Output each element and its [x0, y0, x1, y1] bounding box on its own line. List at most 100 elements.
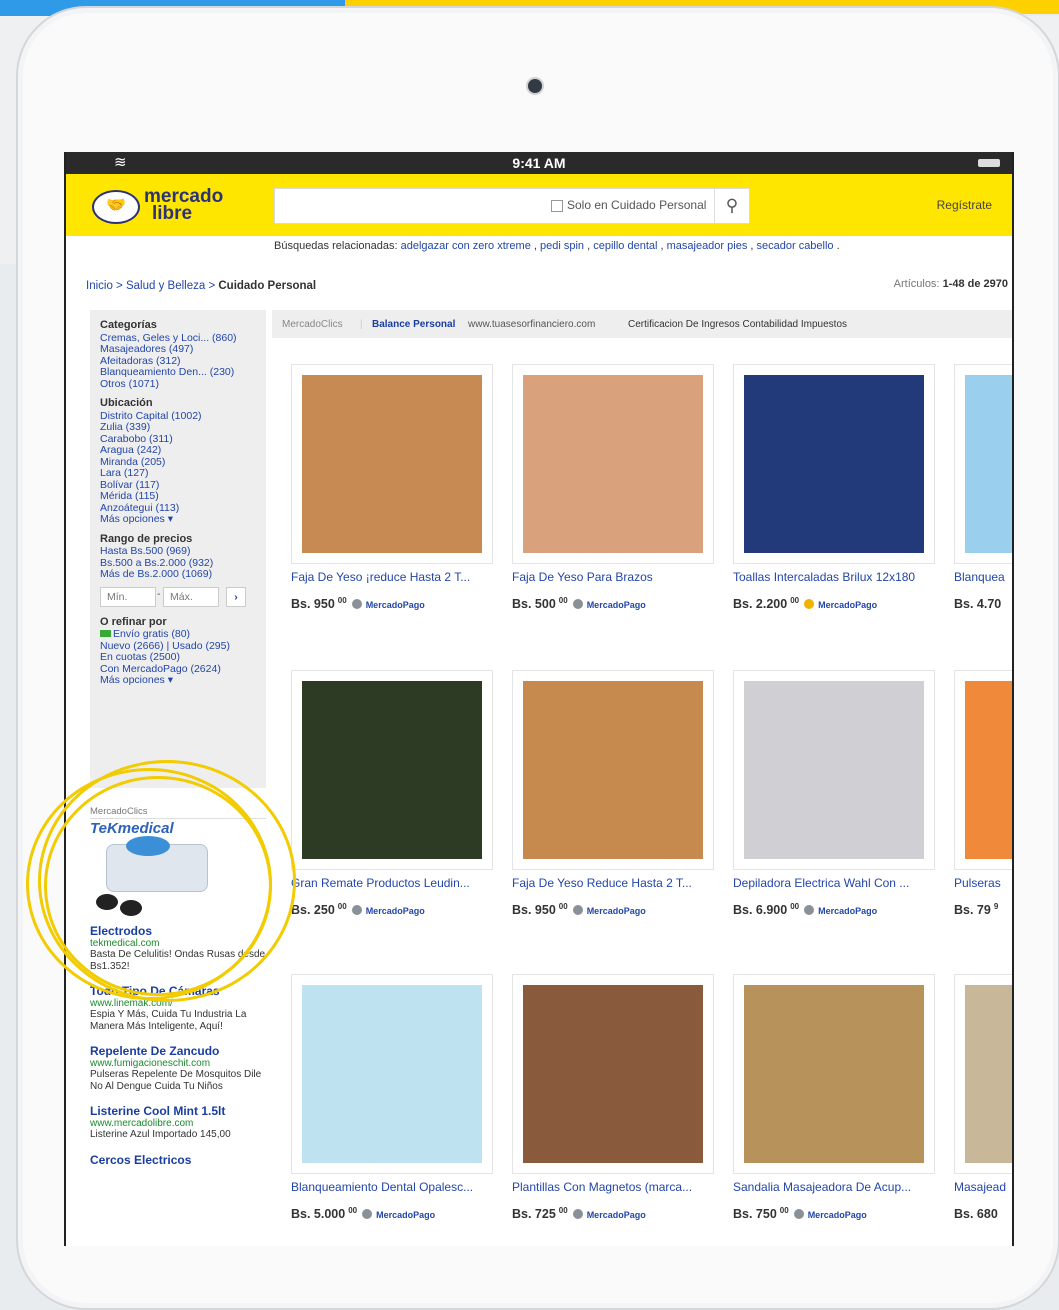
breadcrumb: Inicio > Salud y Belleza > Cuidado Perso…	[86, 280, 317, 292]
filter-item[interactable]: Blanqueamiento Den... (230)	[100, 366, 256, 379]
more-options-link[interactable]: Más opciones ▾	[100, 674, 256, 687]
filter-item[interactable]: Mérida (115)	[100, 490, 256, 503]
product-price: Bs. 4.70	[954, 597, 1002, 612]
min-price-input[interactable]: Mín.	[100, 586, 156, 607]
related-link[interactable]: cepillo dental	[593, 240, 657, 252]
status-time: 9:41 AM	[512, 155, 566, 171]
product-card[interactable]	[733, 974, 935, 1174]
product-card[interactable]	[954, 364, 1012, 564]
related-link[interactable]: secador cabello	[757, 240, 834, 252]
product-price: Bs. 950 00 MercadoPago	[512, 902, 646, 918]
breadcrumb-home[interactable]: Inicio	[86, 280, 113, 292]
product-image[interactable]	[965, 985, 1012, 1163]
mercadopago-icon	[351, 905, 362, 916]
more-options-link[interactable]: Más opciones ▾	[100, 513, 256, 526]
related-link[interactable]: masajeador pies	[667, 240, 748, 252]
mercadopago-icon	[362, 1209, 373, 1220]
ad-item[interactable]: Cercos Electricos	[90, 1154, 266, 1167]
mercadopago-icon	[351, 599, 362, 610]
product-image[interactable]	[744, 985, 924, 1163]
filter-item[interactable]: En cuotas (2500)	[100, 651, 256, 664]
ad-item[interactable]: Listerine Cool Mint 1.5lt www.mercadolib…	[90, 1105, 266, 1141]
product-title[interactable]: Pulseras	[954, 876, 1012, 890]
product-title[interactable]: Toallas Intercaladas Brilux 12x180	[733, 570, 933, 584]
filters-sidebar: Categorías Cremas, Geles y Loci... (860)…	[90, 310, 266, 788]
product-image[interactable]	[302, 681, 482, 859]
free-shipping-filter[interactable]: Envío gratis (80)	[100, 628, 256, 641]
apply-price-button[interactable]: ›	[226, 586, 246, 607]
mercadopago-label: MercadoPago	[365, 906, 425, 917]
product-price: Bs. 950 00 MercadoPago	[291, 596, 425, 612]
filter-item[interactable]: Otros (1071)	[100, 378, 256, 391]
status-bar: ≋ 9:41 AM	[66, 152, 1012, 174]
product-image[interactable]	[965, 375, 1012, 553]
top-sponsored-bar: MercadoClics | Balance Personal www.tuas…	[272, 310, 1012, 338]
product-title[interactable]: Masajead	[954, 1180, 1012, 1194]
filter-item[interactable]: Más de Bs.2.000 (1069)	[100, 568, 256, 581]
product-image[interactable]	[744, 375, 924, 553]
product-card[interactable]	[733, 364, 935, 564]
related-searches: Búsquedas relacionadas: adelgazar con ze…	[274, 240, 840, 252]
mercadopago-icon	[572, 905, 583, 916]
product-card[interactable]	[954, 670, 1012, 870]
product-image[interactable]	[523, 375, 703, 553]
max-price-input[interactable]: Máx.	[163, 586, 219, 607]
category-only-checkbox[interactable]	[551, 200, 563, 212]
topad-url[interactable]: www.tuasesorfinanciero.com	[468, 319, 595, 330]
filter-item[interactable]: Aragua (242)	[100, 444, 256, 457]
product-title[interactable]: Blanquea	[954, 570, 1012, 584]
refine-title: O refinar por	[100, 615, 167, 628]
product-price: Bs. 725 00 MercadoPago	[512, 1206, 646, 1222]
site-header: 🤝 mercado libre Solo en Cuidado Personal…	[66, 174, 1012, 236]
product-card[interactable]	[512, 364, 714, 564]
product-price: Bs. 2.200 00 MercadoPago	[733, 596, 878, 612]
product-title[interactable]: Gran Remate Productos Leudin...	[291, 876, 491, 890]
product-title[interactable]: Faja De Yeso ¡reduce Hasta 2 T...	[291, 570, 491, 584]
truck-icon	[100, 630, 111, 637]
product-price: Bs. 250 00 MercadoPago	[291, 902, 425, 918]
product-card[interactable]	[291, 974, 493, 1174]
product-card[interactable]	[512, 670, 714, 870]
product-title[interactable]: Sandalia Masajeadora De Acup...	[733, 1180, 933, 1194]
product-price: Bs. 5.000 00 MercadoPago	[291, 1206, 436, 1222]
results-count: Artículos: 1-48 de 2970	[893, 278, 1008, 290]
mercadolibre-logo[interactable]: 🤝 mercado libre	[92, 187, 242, 226]
ad-item[interactable]: Repelente De Zancudo www.fumigacioneschi…	[90, 1045, 266, 1092]
product-image[interactable]	[744, 681, 924, 859]
search-input[interactable]: Solo en Cuidado Personal ⚲	[274, 188, 750, 224]
product-title[interactable]: Faja De Yeso Para Brazos	[512, 570, 712, 584]
mercadopago-icon	[804, 599, 815, 610]
product-card[interactable]	[954, 974, 1012, 1174]
filter-item[interactable]: Lara (127)	[100, 467, 256, 480]
product-title[interactable]: Blanqueamiento Dental Opalesc...	[291, 1180, 491, 1194]
filter-item[interactable]: Masajeadores (497)	[100, 343, 256, 356]
product-image[interactable]	[523, 681, 703, 859]
related-link[interactable]: pedi spin	[540, 240, 584, 252]
related-link[interactable]: adelgazar con zero xtreme	[401, 240, 531, 252]
mercadopago-icon	[793, 1209, 804, 1220]
product-image[interactable]	[965, 681, 1012, 859]
related-label: Búsquedas relacionadas:	[274, 240, 398, 252]
product-card[interactable]	[733, 670, 935, 870]
topad-desc: Certificacion De Ingresos Contabilidad I…	[628, 319, 847, 330]
search-button[interactable]: ⚲	[714, 189, 749, 223]
breadcrumb-category[interactable]: Salud y Belleza	[126, 280, 205, 292]
mercadopago-label: MercadoPago	[376, 1210, 436, 1221]
product-title[interactable]: Faja De Yeso Reduce Hasta 2 T...	[512, 876, 712, 890]
product-title[interactable]: Depiladora Electrica Wahl Con ...	[733, 876, 933, 890]
product-image[interactable]	[302, 375, 482, 553]
product-image[interactable]	[302, 985, 482, 1163]
product-card[interactable]	[512, 974, 714, 1174]
topad-label: MercadoClics	[282, 319, 343, 330]
product-card[interactable]	[291, 670, 493, 870]
topad-title[interactable]: Balance Personal	[372, 319, 455, 330]
product-image[interactable]	[523, 985, 703, 1163]
filter-item[interactable]: Hasta Bs.500 (969)	[100, 545, 256, 558]
price-range-inputs: Mín. - Máx. ›	[100, 586, 256, 607]
register-link[interactable]: Regístrate	[937, 198, 992, 212]
product-card[interactable]	[291, 364, 493, 564]
mercadopago-icon	[804, 905, 815, 916]
product-title[interactable]: Plantillas Con Magnetos (marca...	[512, 1180, 712, 1194]
filter-item[interactable]: Zulia (339)	[100, 421, 256, 434]
mercadopago-label: MercadoPago	[818, 906, 878, 917]
